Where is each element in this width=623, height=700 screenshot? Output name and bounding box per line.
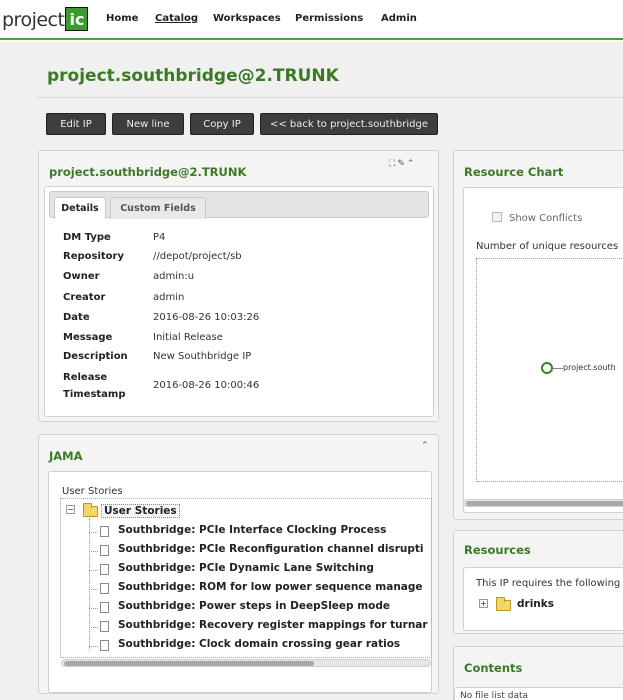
- new-line-button[interactable]: New line: [112, 113, 184, 135]
- document-icon: [100, 621, 109, 632]
- prop-label-owner: Owner: [63, 271, 100, 282]
- edit-pencil-icon[interactable]: ✎: [397, 159, 407, 169]
- jama-panel-title: JAMA: [49, 449, 83, 463]
- expand-plus-icon[interactable]: +: [479, 599, 488, 608]
- jama-horizontal-scrollbar[interactable]: [61, 659, 431, 667]
- prop-label-description: Description: [63, 351, 128, 362]
- details-panel-title: project.southbridge@2.TRUNK: [49, 165, 247, 179]
- back-to-project-button[interactable]: << back to project.southbridge: [260, 113, 438, 135]
- resources-title: Resources: [464, 543, 531, 557]
- prop-label-message: Message: [63, 332, 113, 343]
- prop-label-dm-type: DM Type: [63, 232, 111, 243]
- show-conflicts-checkbox[interactable]: [492, 212, 502, 222]
- folder-open-icon: [83, 503, 98, 517]
- show-conflicts-label: Show Conflicts: [509, 213, 583, 224]
- contents-title: Contents: [464, 661, 523, 675]
- document-icon: [100, 526, 109, 537]
- user-stories-label: User Stories: [62, 486, 123, 497]
- document-icon: [100, 545, 109, 556]
- header-divider: [37, 97, 623, 98]
- copy-ip-button[interactable]: Copy IP: [190, 113, 254, 135]
- nav-home[interactable]: Home: [106, 13, 138, 24]
- prop-value-date: 2016-08-26 10:03:26: [153, 312, 260, 323]
- resource-chart-title: Resource Chart: [464, 165, 564, 179]
- document-icon: [100, 583, 109, 594]
- tree-branch: [89, 589, 98, 590]
- tree-item-story[interactable]: Southbridge: PCIe Dynamic Lane Switching: [118, 562, 432, 574]
- collapse-expander-icon[interactable]: −: [66, 505, 75, 514]
- tab-details[interactable]: Details: [54, 197, 106, 219]
- prop-label-repository: Repository: [63, 251, 124, 262]
- tree-item-story[interactable]: Southbridge: PCIe Interface Clocking Pro…: [118, 524, 432, 536]
- prop-value-repository: //depot/project/sb: [153, 251, 242, 262]
- prop-value-release-timestamp: 2016-08-26 10:00:46: [153, 380, 260, 391]
- prop-label-timestamp: Timestamp: [63, 389, 126, 400]
- tree-item-story[interactable]: Southbridge: ROM for low power sequence …: [118, 581, 432, 593]
- chart-horizontal-scrollbar[interactable]: [463, 499, 623, 507]
- tree-item-story[interactable]: Southbridge: Clock domain crossing gear …: [118, 638, 432, 650]
- tab-strip: Details Custom Fields: [49, 191, 429, 219]
- project-ic-logo[interactable]: project ic: [2, 7, 89, 33]
- tree-branch: [89, 551, 98, 552]
- tree-branch: [89, 532, 98, 533]
- nav-workspaces[interactable]: Workspaces: [213, 13, 281, 24]
- tree-item-story[interactable]: Southbridge: Power steps in DeepSleep mo…: [118, 600, 432, 612]
- prop-label-date: Date: [63, 312, 90, 323]
- resource-node-label: project.south: [563, 363, 616, 372]
- prop-value-owner: admin:u: [153, 271, 195, 282]
- tree-branch: [89, 608, 98, 609]
- user-stories-tree[interactable]: [60, 498, 432, 658]
- tree-guide-line: [89, 518, 90, 650]
- scrollbar-thumb[interactable]: [466, 501, 623, 506]
- document-icon: [100, 602, 109, 613]
- resource-node-icon[interactable]: [541, 362, 553, 374]
- contents-empty-text: No file list data: [460, 691, 529, 700]
- resources-description: This IP requires the following: [476, 578, 621, 589]
- nav-catalog[interactable]: Catalog: [155, 13, 198, 24]
- prop-label-creator: Creator: [63, 292, 106, 303]
- folder-icon: [496, 597, 511, 611]
- nav-permissions[interactable]: Permissions: [295, 13, 363, 24]
- prop-label-release: Release: [63, 372, 108, 383]
- collapse-icon[interactable]: ⌃: [407, 159, 417, 169]
- tree-root-user-stories[interactable]: User Stories: [101, 504, 180, 518]
- logo-text: project: [2, 9, 65, 31]
- scrollbar-thumb[interactable]: [64, 661, 314, 666]
- prop-value-description: New Southbridge IP: [153, 351, 252, 362]
- document-icon: [100, 640, 109, 651]
- tree-item-story[interactable]: Southbridge: Recovery register mappings …: [118, 619, 432, 631]
- tree-branch: [89, 627, 98, 628]
- prop-value-dm-type: P4: [153, 232, 166, 243]
- tree-item-story[interactable]: Southbridge: PCIe Reconfiguration channe…: [118, 543, 432, 555]
- tree-branch: [89, 646, 98, 647]
- tree-branch: [89, 570, 98, 571]
- node-connector: [553, 368, 563, 369]
- prop-value-creator: admin: [153, 292, 185, 303]
- document-icon: [100, 564, 109, 575]
- tab-custom-fields[interactable]: Custom Fields: [110, 197, 206, 219]
- nav-admin[interactable]: Admin: [381, 13, 417, 24]
- top-nav-bar: project ic Home Catalog Workspaces Permis…: [0, 0, 623, 40]
- page-title: project.southbridge@2.TRUNK: [47, 66, 339, 86]
- jama-collapse-icon[interactable]: ⌃: [421, 441, 431, 451]
- resource-count-caption: Number of unique resources: [476, 241, 619, 252]
- panel-tools: ⛶✎⌃: [389, 159, 416, 169]
- logo-badge: ic: [65, 7, 89, 31]
- edit-ip-button[interactable]: Edit IP: [46, 113, 106, 135]
- resource-item-drinks[interactable]: drinks: [517, 598, 554, 610]
- prop-value-message: Initial Release: [153, 332, 223, 343]
